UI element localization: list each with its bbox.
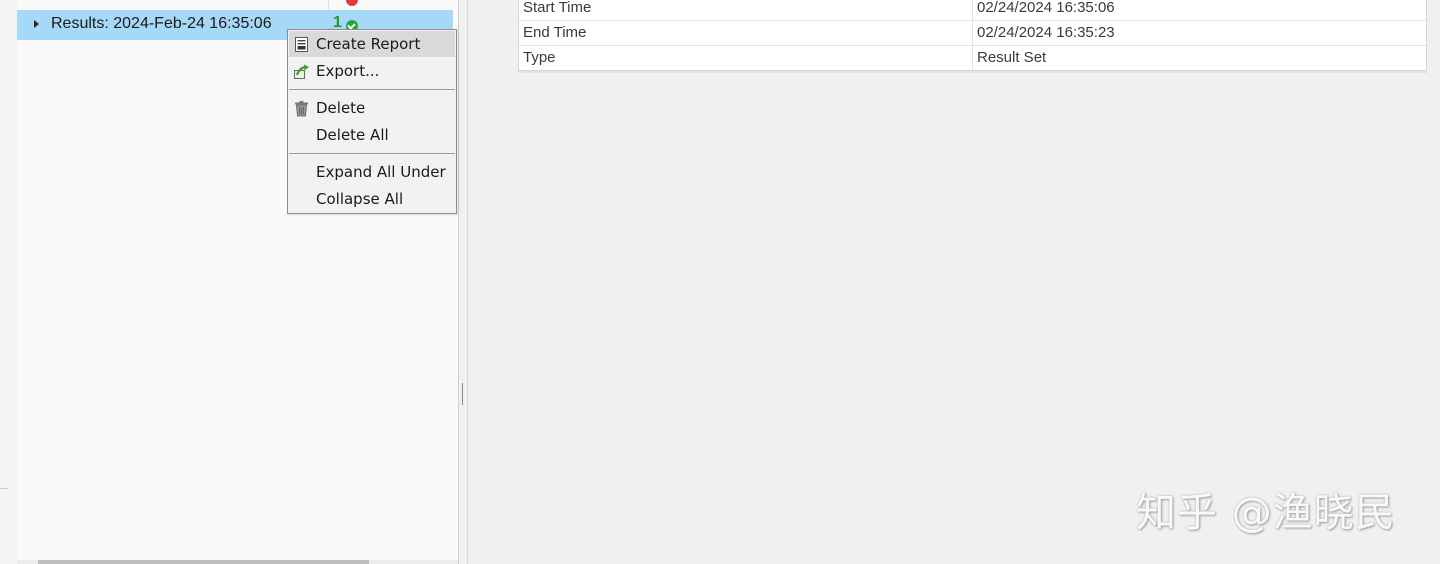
scrollbar-thumb[interactable] [38,560,369,564]
menu-item-label: Delete All [316,126,389,144]
properties-row: Type Result Set [519,46,1426,70]
property-value: 02/24/2024 16:35:23 [977,24,1115,41]
properties-table: Start Time 02/24/2024 16:35:06 End Time … [518,0,1427,71]
splitter-grip[interactable] [462,383,463,405]
context-menu: Create Report Export... Delete Delete Al… [287,29,457,214]
export-icon [294,64,309,79]
table-bottom-edge [518,71,1427,73]
menu-item-label: Expand All Under [316,163,446,181]
menu-item-label: Delete [316,99,366,117]
properties-row: Start Time 02/24/2024 16:35:06 [519,0,1426,21]
horizontal-scrollbar[interactable] [17,560,458,564]
menu-separator [289,153,455,154]
menu-item-label: Create Report [316,35,421,53]
strip-divider [0,488,8,489]
property-value: Result Set [977,49,1047,66]
panel-splitter[interactable] [459,0,468,564]
watermark-text: 知乎 @渔晓民 [1136,490,1396,536]
fail-status-icon [346,0,358,6]
menu-separator [289,89,455,90]
column-divider [972,21,973,45]
properties-row: End Time 02/24/2024 16:35:23 [519,21,1426,46]
menu-item-collapse-all[interactable]: Collapse All [289,186,455,212]
property-value: 02/24/2024 16:35:06 [977,0,1115,16]
property-name: Type [523,49,556,66]
column-divider [972,0,973,20]
app-window: Results: 2024-Feb-24 16:35:06 1 Start Ti… [0,0,1440,564]
tree-row-label: Results: 2024-Feb-24 16:35:06 [51,15,272,32]
expand-arrow-icon[interactable] [34,20,39,28]
menu-item-label: Collapse All [316,190,404,208]
trash-icon [295,101,308,117]
left-strip [0,0,18,564]
report-icon [295,37,308,52]
menu-item-export[interactable]: Export... [289,58,455,84]
menu-item-delete-all[interactable]: Delete All [289,122,455,148]
column-divider [972,46,973,70]
menu-item-delete[interactable]: Delete [289,95,455,121]
menu-item-expand-all-under[interactable]: Expand All Under [289,159,455,185]
menu-item-create-report[interactable]: Create Report [289,31,455,57]
property-name: Start Time [523,0,592,16]
property-name: End Time [523,24,587,41]
column-divider [328,0,329,10]
menu-item-label: Export... [316,62,380,80]
